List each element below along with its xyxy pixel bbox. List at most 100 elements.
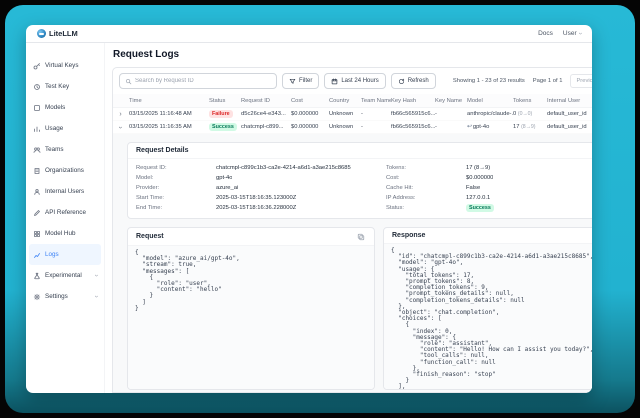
status-badge: Success [466, 204, 494, 212]
request-details-card: Request Details Request ID:chatcmpl-c899… [127, 142, 592, 219]
sidebar-item-experimental[interactable]: Experimental › [26, 265, 104, 286]
detail-label: End Time: [136, 205, 216, 211]
cell-key-hash: fb66c565915c6... [391, 124, 435, 130]
cell-time: 03/15/2025 11:16:35 AM [129, 124, 209, 130]
cell-tokens-detail: (8→9) [521, 124, 535, 130]
copy-icon[interactable] [357, 232, 366, 241]
cell-model: gpt-4o [473, 124, 489, 130]
col-team-name: Team Name [361, 98, 391, 104]
sidebar-item-organizations[interactable]: Organizations [26, 160, 104, 181]
chevron-right-icon[interactable]: › [119, 111, 121, 118]
cell-request-id: d5c26ce4-e343... [241, 111, 291, 117]
request-json: { "model": "azure_ai/gpt-4o", "stream": … [128, 246, 374, 389]
detail-value-tokens: 17 (8→9) [466, 165, 490, 171]
fallback-arrow-icon: ↩ [467, 124, 472, 130]
request-panel-title: Request [136, 233, 164, 240]
page-title: Request Logs [113, 49, 592, 60]
sidebar-item-test-key[interactable]: Test Key [26, 76, 104, 97]
sidebar: Virtual Keys Test Key Models Usage [26, 43, 105, 393]
cell-team-name: - [361, 111, 391, 117]
response-json: { "id": "chatcmpl-c899c1b3-ca2e-4214-a6d… [384, 244, 592, 389]
filter-button[interactable]: Filter [282, 73, 319, 89]
previous-page-button[interactable]: Previous [570, 74, 592, 88]
detail-label: Status: [386, 205, 466, 211]
sidebar-item-label: Settings [45, 293, 68, 300]
chevron-down-icon: › [92, 295, 99, 297]
sidebar-item-label: API Reference [45, 209, 86, 216]
col-key-name: Key Name [435, 98, 467, 104]
col-tokens: Tokens [513, 98, 547, 104]
cell-tokens-detail: (0→0) [518, 111, 532, 117]
status-badge: Success [209, 123, 237, 131]
detail-label: Cache Hit: [386, 185, 466, 191]
internal-users-icon [33, 188, 41, 196]
sidebar-item-logs[interactable]: Logs [29, 244, 101, 265]
filter-button-label: Filter [299, 78, 312, 84]
litellm-logo-text: LiteLLM [49, 29, 78, 38]
request-panel: Request { "model": "azure_ai/gpt-4o", "s… [127, 227, 375, 390]
logs-chart-icon [33, 251, 41, 259]
sidebar-item-label: Virtual Keys [45, 62, 78, 69]
sidebar-item-usage[interactable]: Usage [26, 118, 104, 139]
search-box[interactable] [119, 73, 277, 89]
table-row[interactable]: › 03/15/2025 11:16:48 AM Failure d5c26ce… [113, 108, 592, 121]
organizations-icon [33, 167, 41, 175]
cell-time: 03/15/2025 11:16:48 AM [129, 111, 209, 117]
chevron-down-icon: › [92, 274, 99, 276]
detail-value-model: gpt-4o [216, 175, 232, 181]
cell-cost: $0.000000 [291, 111, 329, 117]
refresh-icon [398, 78, 405, 85]
gear-icon [33, 293, 41, 301]
detail-value-cache-hit: False [466, 185, 480, 191]
sidebar-item-api-reference[interactable]: API Reference [26, 202, 104, 223]
detail-label: Tokens: [386, 165, 466, 171]
cell-internal-user: default_user_id [547, 111, 592, 117]
search-input[interactable] [135, 78, 271, 84]
cell-key-hash: fb66c565915c6... [391, 111, 435, 117]
user-menu[interactable]: User › [563, 30, 581, 37]
test-key-icon [33, 83, 41, 91]
chevron-down-icon: › [576, 32, 583, 34]
col-model: Model [467, 98, 513, 104]
chevron-down-icon[interactable]: › [117, 126, 124, 128]
sidebar-item-teams[interactable]: Teams [26, 139, 104, 160]
cell-key-name: - [435, 124, 467, 130]
docs-link[interactable]: Docs [538, 30, 553, 37]
sidebar-item-virtual-keys[interactable]: Virtual Keys [26, 55, 104, 76]
sidebar-item-settings[interactable]: Settings › [26, 286, 104, 307]
table-row[interactable]: › 03/15/2025 11:16:35 AM Success chatcmp… [113, 121, 592, 134]
litellm-logo: LiteLLM [37, 29, 78, 38]
teams-icon [33, 146, 41, 154]
response-panel: Response { "id": "chatcmpl-c899c1b3-ca2e… [383, 227, 592, 390]
refresh-button[interactable]: Refresh [391, 73, 436, 89]
detail-value-request-id: chatcmpl-c899c1b3-ca2e-4214-a6d1-a3ae215… [216, 165, 351, 171]
cell-model: anthropic/claude-... [467, 111, 513, 117]
detail-label: Model: [136, 175, 216, 181]
user-menu-label: User [563, 30, 577, 37]
app-window: LiteLLM Docs User › Virtual Keys [26, 25, 592, 393]
sidebar-item-internal-users[interactable]: Internal Users [26, 181, 104, 202]
cell-key-name: - [435, 111, 467, 117]
detail-value-start-time: 2025-03-15T18:16:35.123000Z [216, 195, 296, 201]
status-badge: Failure [209, 110, 233, 118]
sidebar-item-models[interactable]: Models [26, 97, 104, 118]
col-cost: Cost [291, 98, 329, 104]
sidebar-item-label: Organizations [45, 167, 84, 174]
col-country: Country [329, 98, 361, 104]
grid-icon [33, 230, 41, 238]
refresh-button-label: Refresh [408, 78, 429, 84]
sidebar-item-label: Teams [45, 146, 64, 153]
detail-label: Start Time: [136, 195, 216, 201]
col-key-hash: Key Hash [391, 98, 435, 104]
sidebar-item-label: Models [45, 104, 65, 111]
cell-cost: $0.000000 [291, 124, 329, 130]
logs-card: Filter Last 24 Hours Refresh S [112, 67, 592, 393]
detail-value-end-time: 2025-03-15T18:16:36.228000Z [216, 205, 296, 211]
time-range-button[interactable]: Last 24 Hours [324, 73, 385, 89]
sidebar-item-label: Test Key [45, 83, 69, 90]
detail-label: Cost: [386, 175, 466, 181]
col-internal-user: Internal User [547, 98, 592, 104]
request-details-title: Request Details [136, 147, 189, 154]
flask-icon [33, 272, 41, 280]
sidebar-item-model-hub[interactable]: Model Hub [26, 223, 104, 244]
